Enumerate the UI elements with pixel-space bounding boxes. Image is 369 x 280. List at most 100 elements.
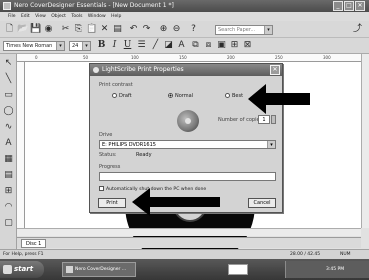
- copy-icon[interactable]: ⎘: [73, 24, 84, 35]
- chevron-down-icon: ▾: [264, 26, 272, 34]
- zoom-out-icon[interactable]: ⊖: [171, 24, 182, 35]
- burn-disc-icon[interactable]: ◉: [43, 24, 54, 35]
- group-icon[interactable]: ▣: [216, 40, 227, 51]
- pointer-tool-icon[interactable]: ↖: [3, 58, 14, 69]
- copies-input[interactable]: 1: [258, 115, 270, 124]
- field-tool-icon[interactable]: ▤: [3, 170, 14, 181]
- print-contrast-label: Print contrast: [99, 82, 133, 88]
- print-button[interactable]: Print: [98, 198, 126, 208]
- arc-text-tool-icon[interactable]: ◠: [3, 202, 14, 213]
- screen: Nero CoverDesigner Essentials - [New Doc…: [0, 0, 369, 280]
- rectangle-tool-icon[interactable]: ▭: [3, 90, 14, 101]
- start-button[interactable]: start: [0, 261, 44, 278]
- arrange-back-icon[interactable]: ⧈: [203, 40, 214, 51]
- menu-tools[interactable]: Tools: [69, 12, 84, 21]
- tools-panel: ↖ ╲ ▭ ◯ ∿ A ▦ ▤ ⊞ ◠ ▢: [0, 54, 17, 249]
- copies-label: Number of copies:: [218, 117, 264, 123]
- vertical-scrollbar[interactable]: [361, 54, 369, 228]
- menu-edit[interactable]: Edit: [19, 12, 32, 21]
- window-title: Nero CoverDesigner Essentials - [New Doc…: [14, 2, 174, 9]
- horizontal-scrollbar[interactable]: [17, 228, 361, 236]
- contrast-draft-radio[interactable]: Draft: [112, 93, 132, 99]
- curve-tool-icon[interactable]: ∿: [3, 122, 14, 133]
- dialog-title-bar: LightScribe Print Properties ✕: [90, 64, 282, 76]
- text-tool-icon[interactable]: A: [176, 40, 187, 51]
- paper-search-input[interactable]: Search Paper... ▾: [215, 25, 273, 35]
- app-icon: [3, 2, 11, 10]
- drive-label: Drive: [99, 132, 113, 138]
- windows-logo-icon: [3, 265, 12, 274]
- chevron-down-icon: ▾: [82, 42, 90, 50]
- cancel-button[interactable]: Cancel: [248, 198, 276, 208]
- italic-icon[interactable]: I: [109, 40, 120, 51]
- layout-tool-icon[interactable]: ▢: [3, 218, 14, 229]
- taskbar-toolbar-box[interactable]: [228, 264, 248, 275]
- font-size-select[interactable]: 24 ▾: [69, 41, 91, 51]
- copies-spinner[interactable]: [271, 115, 276, 124]
- lightscribe-icon: [93, 67, 99, 73]
- windows-taskbar: start Nero CoverDesigner ... 3:45 PM: [0, 259, 369, 280]
- snap-icon[interactable]: ⊠: [242, 40, 253, 51]
- menu-file[interactable]: File: [6, 12, 18, 21]
- minimize-button[interactable]: _: [333, 1, 343, 11]
- clock: 3:45 PM: [326, 267, 345, 272]
- vertical-ruler: [17, 62, 25, 228]
- app-title-bar: Nero CoverDesigner Essentials - [New Doc…: [0, 0, 369, 12]
- menu-help[interactable]: Help: [109, 12, 123, 21]
- bold-icon[interactable]: B: [96, 40, 107, 51]
- menu-view[interactable]: View: [33, 12, 48, 21]
- table-tool-icon[interactable]: ⊞: [3, 186, 14, 197]
- status-label: Status:: [99, 152, 117, 158]
- system-tray: 3:45 PM: [285, 261, 369, 278]
- properties-icon[interactable]: ▤: [112, 24, 123, 35]
- lightscribe-disc-icon: [177, 110, 199, 132]
- ellipse-tool-icon[interactable]: ◯: [3, 106, 14, 117]
- menu-window[interactable]: Window: [86, 12, 108, 21]
- maximize-button[interactable]: □: [344, 1, 354, 11]
- menu-bar: File Edit View Object Tools Window Help: [0, 12, 369, 21]
- taskbar-window-item[interactable]: Nero CoverDesigner ...: [62, 262, 136, 277]
- menu-object[interactable]: Object: [49, 12, 68, 21]
- app-icon: [66, 266, 73, 273]
- underline-icon[interactable]: U: [122, 40, 133, 51]
- dialog-close-button[interactable]: ✕: [270, 65, 280, 75]
- line-tool-icon[interactable]: ╲: [3, 74, 14, 85]
- chevron-down-icon: ▾: [56, 42, 64, 50]
- document-tab-strip: Disc 1: [17, 237, 361, 248]
- standard-toolbar: 🗋 📂 💾 ◉ ✂ ⎘ 📋 ✕ ▤ ↶ ↷ ⊕ ⊖ ? Search Paper…: [0, 21, 369, 38]
- close-button[interactable]: ✕: [355, 1, 365, 11]
- font-name-select[interactable]: Times New Roman ▾: [3, 41, 65, 51]
- annotation-arrow-print: [132, 188, 220, 216]
- cut-icon[interactable]: ✂: [60, 24, 71, 35]
- contrast-best-radio[interactable]: Best: [225, 93, 243, 99]
- open-folder-icon[interactable]: 📂: [17, 24, 28, 35]
- fill-icon[interactable]: ◪: [163, 40, 174, 51]
- tab-disc-1[interactable]: Disc 1: [21, 239, 47, 248]
- progress-label: Progress: [99, 164, 121, 170]
- image-tool-icon[interactable]: ▦: [3, 154, 14, 165]
- line-tool-icon[interactable]: ╱: [150, 40, 161, 51]
- text-tool-icon[interactable]: A: [3, 138, 14, 149]
- dialog-title: LightScribe Print Properties: [102, 66, 184, 73]
- chevron-down-icon: ▾: [267, 141, 275, 148]
- status-value: Ready: [136, 152, 152, 158]
- progress-bar: [99, 172, 276, 181]
- arrange-front-icon[interactable]: ⧉: [190, 40, 201, 51]
- contrast-normal-radio[interactable]: Normal: [168, 93, 193, 99]
- annotation-arrow-best: [248, 84, 310, 114]
- delete-icon[interactable]: ✕: [99, 24, 110, 35]
- undo-icon[interactable]: ↶: [128, 24, 139, 35]
- redo-icon[interactable]: ↷: [141, 24, 152, 35]
- drive-select[interactable]: E: PHILIPS DVDR1615 ▾: [99, 140, 276, 149]
- help-icon[interactable]: ?: [188, 24, 199, 35]
- zoom-in-icon[interactable]: ⊕: [158, 24, 169, 35]
- help-pointer-icon[interactable]: ⤴: [352, 24, 363, 35]
- format-toolbar: Times New Roman ▾ 24 ▾ B I U ☰ ╱ ◪ A ⧉ ⧈…: [0, 38, 369, 54]
- new-document-icon[interactable]: 🗋: [4, 24, 15, 35]
- horizontal-ruler: 0 50 100 150 200 250 300: [17, 54, 361, 62]
- grid-icon[interactable]: ⊞: [229, 40, 240, 51]
- align-icon[interactable]: ☰: [136, 40, 147, 51]
- paste-icon[interactable]: 📋: [86, 24, 97, 35]
- save-icon[interactable]: 💾: [30, 24, 41, 35]
- status-bar: For Help, press F1 28.00 / 42.45 NUM: [0, 249, 369, 259]
